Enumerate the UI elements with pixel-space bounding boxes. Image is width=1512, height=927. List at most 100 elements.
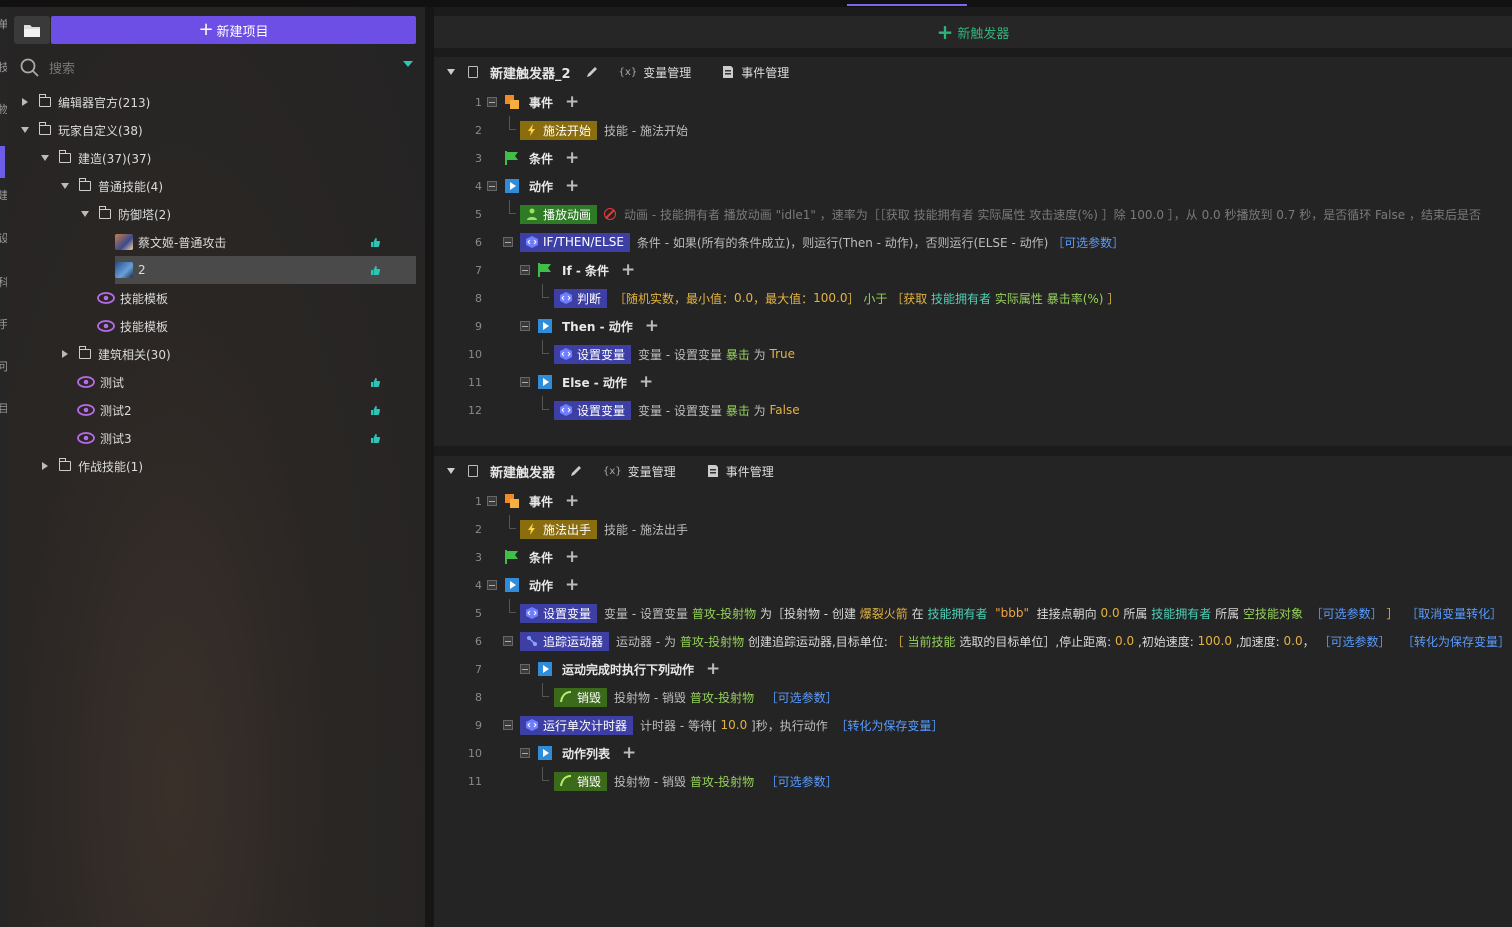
thumb-up-icon[interactable] xyxy=(369,236,381,248)
on-complete-section[interactable]: 运动完成时执行下列动作 + xyxy=(537,660,720,678)
action-node[interactable]: 运行单次计时器 计时器 - 等待[ 10.0 ]秒，执行动作 ［转化为保存变量］ xyxy=(520,715,943,735)
event-node[interactable]: 施法开始 技能 - 施法开始 xyxy=(520,120,688,140)
if-section[interactable]: If - 条件 + xyxy=(537,261,635,279)
tree-item-skill-selected[interactable]: 2 xyxy=(115,256,416,284)
panel-splitter[interactable] xyxy=(425,7,434,927)
collapse-arrow-icon[interactable] xyxy=(21,127,29,133)
tree-item-skill[interactable]: 蔡文姬-普通攻击 xyxy=(115,228,416,256)
search-bar[interactable]: 搜索 xyxy=(19,57,415,77)
rail-glyph[interactable]: 设 xyxy=(0,233,7,245)
thumb-up-icon[interactable] xyxy=(369,432,381,444)
fold-toggle[interactable] xyxy=(487,181,497,191)
action-tag[interactable]: 销毁 xyxy=(554,771,608,791)
condition-tag[interactable]: 判断 xyxy=(554,288,608,308)
add-icon[interactable]: + xyxy=(645,317,659,335)
expr-value[interactable]: 0.0 xyxy=(1284,634,1303,648)
condition-node[interactable]: 判断 ［随机实数，最小值： 0.0 ，最大值： 100.0 ］ 小于 ［获取 技能拥有者… xyxy=(554,288,1119,308)
fold-toggle[interactable] xyxy=(520,377,530,387)
fold-toggle[interactable] xyxy=(503,237,513,247)
expr-value[interactable]: 0.0 xyxy=(734,291,753,305)
event-tag[interactable]: 施法出手 xyxy=(520,519,598,539)
new-trigger-button[interactable]: + 新触发器 xyxy=(434,16,1512,48)
tree-item-test[interactable]: 测试 xyxy=(77,368,416,396)
expr-value[interactable]: 100.0 xyxy=(813,291,847,305)
expr-text[interactable]: ［随机实数，最小值： xyxy=(614,290,734,307)
add-icon[interactable]: + xyxy=(621,261,635,279)
add-icon[interactable]: + xyxy=(565,177,579,195)
action-tag[interactable]: 追踪运动器 xyxy=(520,631,610,651)
cancel-var-link[interactable]: ［取消变量转化］ xyxy=(1406,605,1502,622)
action-tag[interactable]: IF/THEN/ELSE xyxy=(520,232,630,252)
action-node[interactable]: 播放动画 动画 - 技能拥有者 播放动画 "idle1" ，速率为［［获取 技能拥… xyxy=(520,204,1481,224)
disabled-icon[interactable] xyxy=(604,208,617,220)
event-manager-button[interactable]: 事件管理 xyxy=(721,64,789,81)
tree-item-tower[interactable]: 防御塔(2) xyxy=(81,200,171,228)
action-node[interactable]: 追踪运动器 运动器 - 为 普攻-投射物 创建追踪运动器,目标单位: ［ 当前技… xyxy=(520,631,1510,651)
optional-params-link[interactable]: ［可选参数］ xyxy=(1311,605,1383,622)
rail-glyph[interactable]: 单 xyxy=(0,19,7,31)
tree-item-player-custom[interactable]: 玩家自定义(38) xyxy=(21,116,143,144)
variable-ref[interactable]: 普攻-投射物 xyxy=(690,689,754,706)
add-icon[interactable]: + xyxy=(706,660,720,678)
bool-value[interactable]: True xyxy=(770,347,796,361)
new-project-button[interactable]: + 新建项目 xyxy=(51,16,416,44)
add-icon[interactable]: + xyxy=(565,93,579,111)
save-var-link[interactable]: ［转化为保存变量］ xyxy=(835,717,943,734)
expr-value[interactable]: 空技能对象 xyxy=(1243,605,1303,622)
thumb-up-icon[interactable] xyxy=(369,376,381,388)
rail-glyph[interactable]: 手 xyxy=(0,319,7,331)
then-section[interactable]: Then - 动作 + xyxy=(537,317,659,335)
expr-value[interactable]: 0.0 xyxy=(1115,634,1134,648)
tree-item-building[interactable]: 建筑相关(30) xyxy=(61,340,171,368)
variable-ref[interactable]: 普攻-投射物 xyxy=(690,773,754,790)
action-node[interactable]: 设置变量 变量 - 设置变量 普攻-投射物 为［投射物 - 创建 爆裂火箭 在 … xyxy=(520,603,1502,623)
expr-owner[interactable]: 技能拥有者 xyxy=(931,290,991,307)
action-node[interactable]: 设置变量 变量 - 设置变量 暴击 为 False xyxy=(554,400,800,420)
action-node[interactable]: 设置变量 变量 - 设置变量 暴击 为 True xyxy=(554,344,796,364)
expr-value[interactable]: 爆裂火箭 xyxy=(860,605,908,622)
fold-toggle[interactable] xyxy=(487,97,497,107)
action-tag[interactable]: 销毁 xyxy=(554,687,608,707)
add-icon[interactable]: + xyxy=(639,373,653,391)
add-icon[interactable]: + xyxy=(565,576,579,594)
variable-manager-button[interactable]: {x} 变量管理 xyxy=(619,64,692,81)
tree-item-editor-official[interactable]: 编辑器官方(213) xyxy=(21,88,150,116)
tree-item-combat[interactable]: 作战技能(1) xyxy=(41,452,143,480)
collapse-arrow-icon[interactable] xyxy=(447,468,455,474)
fold-toggle[interactable] xyxy=(487,580,497,590)
action-tag[interactable]: 运行单次计时器 xyxy=(520,715,634,735)
condition-section[interactable]: 条件 + xyxy=(504,548,579,566)
action-tag[interactable]: 播放动画 xyxy=(520,204,598,224)
variable-ref[interactable]: 普攻-投射物 xyxy=(692,605,756,622)
action-tag[interactable]: 设置变量 xyxy=(520,603,598,623)
thumb-up-icon[interactable] xyxy=(369,404,381,416)
folder-button[interactable] xyxy=(14,16,50,44)
expr-text[interactable]: ［ xyxy=(892,633,904,650)
add-icon[interactable]: + xyxy=(622,744,636,762)
fold-toggle[interactable] xyxy=(520,664,530,674)
variable-manager-button[interactable]: {x} 变量管理 xyxy=(603,463,676,480)
expr-text[interactable]: ［获取 xyxy=(891,290,927,307)
fold-toggle[interactable] xyxy=(520,265,530,275)
expand-arrow-icon[interactable] xyxy=(42,462,48,470)
expr-text[interactable]: 为［投射物 - 创建 xyxy=(760,605,856,622)
thumb-up-icon[interactable] xyxy=(369,264,381,276)
variable-ref[interactable]: 普攻-投射物 xyxy=(680,633,744,650)
action-node[interactable]: IF/THEN/ELSE 条件 - 如果(所有的条件成立)，则运行(Then - … xyxy=(520,232,1124,252)
tree-item-template[interactable]: 技能模板 xyxy=(97,284,168,312)
bool-value[interactable]: False xyxy=(770,403,800,417)
tree-item-template[interactable]: 技能模板 xyxy=(97,312,168,340)
collapse-arrow-icon[interactable] xyxy=(81,211,89,217)
search-input[interactable]: 搜索 xyxy=(49,58,75,77)
collapse-arrow-icon[interactable] xyxy=(41,155,49,161)
expr-owner[interactable]: 技能拥有者 xyxy=(1151,605,1211,622)
rail-glyph[interactable]: 目 xyxy=(0,403,7,415)
tree-item-build[interactable]: 建造(37)(37) xyxy=(41,144,151,172)
expr-operator[interactable]: 小于 xyxy=(863,290,887,307)
event-section[interactable]: 事件 + xyxy=(504,492,579,510)
action-tag[interactable]: 设置变量 xyxy=(554,344,632,364)
fold-toggle[interactable] xyxy=(520,748,530,758)
expr-string[interactable]: "bbb" xyxy=(995,606,1029,620)
optional-params-link[interactable]: ［可选参数］ xyxy=(766,773,838,790)
expr-attr[interactable]: 暴击率(%) xyxy=(1047,290,1104,307)
